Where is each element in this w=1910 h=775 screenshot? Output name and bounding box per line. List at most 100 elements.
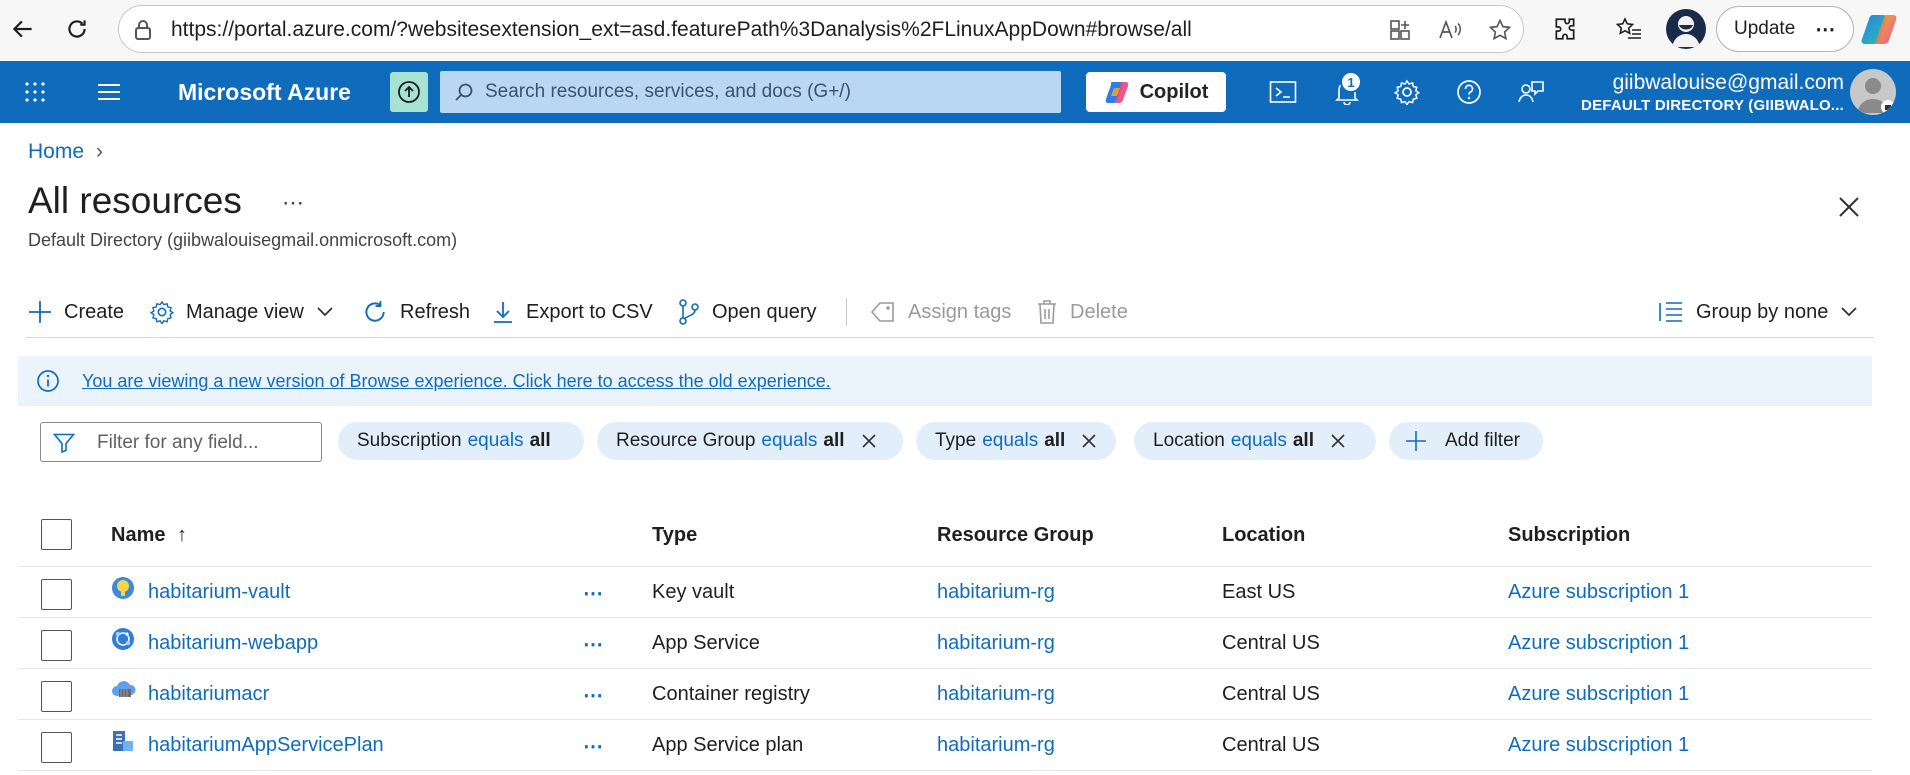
remove-filter-icon[interactable] [1079,431,1099,451]
plus-icon [1406,431,1426,451]
close-button[interactable] [1834,192,1864,222]
remove-filter-icon[interactable] [859,431,879,451]
global-search-input[interactable]: Search resources, services, and docs (G+… [440,71,1061,113]
column-header-location[interactable]: Location [1222,524,1305,547]
filter-pill-location[interactable]: Location equals all [1134,422,1376,460]
page-subtitle: Default Directory (giibwalouisegmail.onm… [28,230,458,250]
pill-operator: equals [982,430,1039,451]
read-aloud-icon[interactable] [1437,17,1463,43]
select-all-checkbox[interactable] [41,519,72,550]
app-available-icon[interactable] [1387,17,1413,43]
back-button[interactable] [4,10,42,48]
row-more-options-icon[interactable]: ⋯ [583,734,605,759]
update-button[interactable]: Update ⋯ [1716,6,1854,52]
copilot-logo-icon[interactable] [1859,9,1899,49]
resource-type: Key vault [652,581,735,603]
more-options-icon[interactable]: ⋯ [1815,17,1836,42]
reload-button[interactable] [58,10,96,48]
account-directory[interactable]: DEFAULT DIRECTORY (GIIBWALO... [1581,97,1844,114]
filter-pill-resource-group[interactable]: Resource Group equals all [597,422,903,460]
breadcrumb-home-link[interactable]: Home [28,140,84,164]
export-csv-button[interactable]: Export to CSV [492,296,653,328]
refresh-button[interactable]: Refresh [362,296,470,328]
account-avatar[interactable] [1850,69,1896,115]
gear-icon [150,300,174,324]
resource-location: Central US [1222,734,1320,756]
pill-operator: equals [1230,430,1287,451]
resource-group-link[interactable]: habitarium-rg [937,632,1055,655]
breadcrumb-chevron-icon: › [96,140,104,163]
resource-location: Central US [1222,632,1320,654]
subscription-link[interactable]: Azure subscription 1 [1508,581,1689,604]
remove-filter-icon[interactable] [1328,431,1348,451]
manage-view-button[interactable]: Manage view [150,296,334,328]
row-checkbox[interactable] [41,681,72,712]
resource-group-link[interactable]: habitarium-rg [937,734,1055,757]
open-query-button[interactable]: Open query [678,296,817,328]
table-row[interactable]: habitariumacr ⋯ Container registry habit… [18,669,1872,720]
subscription-link[interactable]: Azure subscription 1 [1508,683,1689,706]
tag-icon [870,302,894,322]
browser-profile-avatar[interactable] [1666,9,1706,49]
settings-gear-icon[interactable] [1392,77,1422,107]
help-icon[interactable] [1454,77,1484,107]
refresh-label: Refresh [400,300,471,323]
row-more-options-icon[interactable]: ⋯ [583,581,605,606]
table-row[interactable]: habitarium-vault ⋯ Key vault habitarium-… [18,567,1872,618]
cloud-shell-icon[interactable] [1268,77,1298,107]
column-header-type[interactable]: Type [652,524,697,547]
address-bar[interactable]: https://portal.azure.com/?websitesextens… [118,5,1524,53]
app-launcher-icon[interactable] [20,77,50,107]
column-header-subscription[interactable]: Subscription [1508,524,1630,547]
filter-input[interactable]: Filter for any field... [40,422,322,462]
export-csv-label: Export to CSV [526,300,653,323]
account-email[interactable]: giibwalouise@gmail.com [1613,71,1844,95]
group-by-dropdown[interactable]: Group by none [1658,296,1858,328]
browser-toolbar: https://portal.azure.com/?websitesextens… [0,0,1910,61]
resource-name-link[interactable]: habitarium-vault [148,581,290,604]
filter-pill-type[interactable]: Type equals all [916,422,1116,460]
list-group-icon [1659,302,1682,322]
column-header-name[interactable]: Name ↑ [111,524,187,547]
command-bar: Create Manage view Refresh Export to CSV… [26,292,1874,338]
resource-name-link[interactable]: habitariumAppServicePlan [148,734,384,757]
favorites-list-icon [1615,17,1641,39]
delete-button[interactable]: Delete [1036,296,1128,328]
resource-name-link[interactable]: habitariumacr [148,683,269,706]
row-more-options-icon[interactable]: ⋯ [583,632,605,657]
trash-icon [1038,300,1056,324]
upgrade-icon[interactable] [390,72,428,112]
table-row[interactable]: habitariumAppServicePlan ⋯ App Service p… [18,720,1872,771]
filter-pill-subscription[interactable]: Subscription equals all [338,422,584,460]
resource-name-link[interactable]: habitarium-webapp [148,632,318,655]
resource-group-link[interactable]: habitarium-rg [937,581,1055,604]
row-more-options-icon[interactable]: ⋯ [583,683,605,708]
row-checkbox[interactable] [41,732,72,763]
feedback-icon[interactable] [1516,77,1546,107]
address-url[interactable]: https://portal.azure.com/?websitesextens… [171,18,1192,42]
brand-title[interactable]: Microsoft Azure [178,79,351,106]
column-header-resource-group[interactable]: Resource Group [937,524,1094,547]
row-checkbox[interactable] [41,579,72,610]
assign-tags-button[interactable]: Assign tags [870,296,1011,328]
puzzle-icon [1555,18,1575,40]
old-experience-link[interactable]: You are viewing a new version of Browse … [82,371,831,392]
extensions-button[interactable] [1546,10,1584,48]
pill-operator: equals [467,430,524,451]
row-checkbox[interactable] [41,630,72,661]
pill-field: Subscription [357,430,462,451]
title-more-options-icon[interactable]: ⋯ [282,190,306,216]
portal-menu-icon[interactable] [94,77,124,107]
search-icon [454,82,474,102]
breadcrumb: Home › [28,140,103,164]
create-button[interactable]: Create [28,296,124,328]
subscription-link[interactable]: Azure subscription 1 [1508,734,1689,757]
add-filter-button[interactable]: Add filter [1389,422,1543,460]
copilot-button[interactable]: Copilot [1086,72,1226,112]
table-row[interactable]: habitarium-webapp ⋯ App Service habitari… [18,618,1872,669]
pill-field: Type [935,430,977,451]
subscription-link[interactable]: Azure subscription 1 [1508,632,1689,655]
resource-group-link[interactable]: habitarium-rg [937,683,1055,706]
favorites-button[interactable] [1610,10,1648,48]
favorite-star-icon[interactable] [1487,17,1513,43]
